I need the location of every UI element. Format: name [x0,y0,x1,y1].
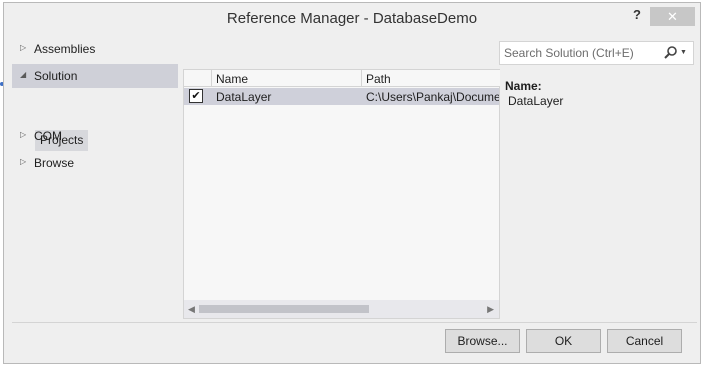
collapse-arrow-icon[interactable]: ◢ [20,70,28,80]
sidebar-item-browse[interactable]: ▷ Browse [12,151,178,175]
search-solution-box[interactable]: ▼ [499,41,694,65]
sidebar-item-com[interactable]: ▷ COM [12,124,178,148]
help-button[interactable]: ? [629,7,645,25]
sidebar-item-label: COM [34,129,62,143]
category-sidebar: ▷ Assemblies ◢ Solution Projects ▷ COM ▷… [12,37,182,319]
reference-list: Name Path ✔ DataLayer C:\Users\Pankaj\Do… [183,69,500,319]
search-options-dropdown-icon[interactable]: ▼ [680,49,687,56]
row-name: DataLayer [216,90,272,104]
column-header-check[interactable] [184,70,212,87]
details-panel: Name: DataLayer [505,79,695,108]
title-bar: Reference Manager - DatabaseDemo ? ✕ [4,3,700,35]
row-path: C:\Users\Pankaj\Docume [366,90,499,104]
expand-arrow-icon[interactable]: ▷ [20,157,28,167]
scrollbar-thumb[interactable] [199,305,369,313]
ok-button[interactable]: OK [526,329,601,353]
details-name-value: DataLayer [508,94,564,108]
close-button[interactable]: ✕ [650,7,695,26]
cancel-button[interactable]: Cancel [607,329,682,353]
column-header-label: Name [216,72,249,86]
scroll-right-icon[interactable]: ▶ [487,304,494,315]
browse-button[interactable]: Browse... [445,329,520,353]
sidebar-item-label: Browse [34,156,75,170]
table-row[interactable]: ✔ DataLayer C:\Users\Pankaj\Docume [184,88,499,105]
sidebar-item-assemblies[interactable]: ▷ Assemblies [12,37,178,61]
column-header-label: Path [366,72,391,86]
scroll-left-icon[interactable]: ◀ [188,304,195,315]
search-input[interactable] [504,45,654,61]
sidebar-item-label: Assemblies [34,42,96,56]
search-icon[interactable] [662,45,680,61]
sidebar-item-label: Solution [34,69,78,83]
window-title: Reference Manager - DatabaseDemo [226,10,478,27]
column-header-name[interactable]: Name [212,70,362,87]
reference-checkbox[interactable]: ✔ [189,89,203,103]
expand-arrow-icon[interactable]: ▷ [20,130,28,140]
sidebar-item-solution[interactable]: ◢ Solution [12,64,178,88]
details-name-label: Name: [505,79,542,93]
horizontal-scrollbar[interactable]: ◀ ▶ [184,300,499,318]
reference-manager-dialog: Reference Manager - DatabaseDemo ? ✕ ▷ A… [3,2,701,364]
dialog-footer: Browse... OK Cancel [12,322,697,359]
column-header-path[interactable]: Path [362,70,500,87]
expand-arrow-icon[interactable]: ▷ [20,43,28,53]
